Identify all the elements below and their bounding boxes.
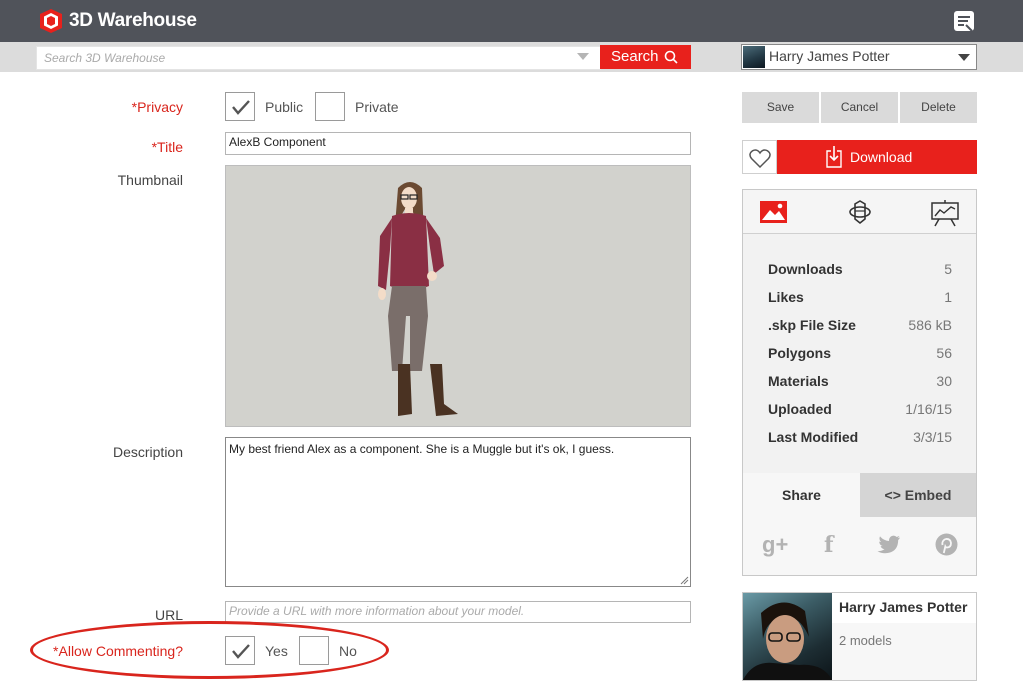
stat-row: Uploaded 1/16/15: [768, 401, 952, 421]
twitter-icon[interactable]: [877, 535, 901, 555]
stat-value: 56: [936, 345, 952, 361]
user-avatar: [743, 46, 765, 68]
stat-value: 1/16/15: [905, 401, 952, 417]
title-input[interactable]: AlexB Component: [225, 132, 691, 155]
tab-embed[interactable]: <> Embed: [860, 473, 976, 517]
stat-key: Downloads: [768, 261, 843, 277]
download-button[interactable]: Download: [777, 140, 977, 174]
user-menu-dropdown[interactable]: Harry James Potter: [741, 44, 977, 70]
author-name[interactable]: Harry James Potter: [839, 599, 967, 615]
google-plus-icon[interactable]: g+: [762, 533, 788, 557]
stat-value: 1: [944, 289, 952, 305]
title-label: *Title: [151, 139, 183, 155]
presentation-icon[interactable]: [930, 199, 960, 227]
highlight-ellipse: [30, 621, 389, 679]
privacy-public-label: Public: [265, 99, 304, 115]
author-name-band: Harry James Potter: [832, 593, 976, 623]
app-name: 3D Warehouse: [69, 10, 197, 31]
author-models-count[interactable]: 2 models: [839, 633, 892, 648]
author-avatar[interactable]: [743, 593, 832, 680]
warehouse-logo-icon: [40, 9, 62, 33]
model-figure: [378, 182, 458, 416]
model-stats-panel: Downloads 5 Likes 1 .skp File Size 586 k…: [742, 189, 977, 576]
stat-row: Polygons 56: [768, 345, 952, 365]
url-placeholder: Provide a URL with more information abou…: [229, 604, 525, 618]
cancel-button[interactable]: Cancel: [821, 92, 898, 123]
stat-value: 30: [936, 373, 952, 389]
search-input[interactable]: Search 3D Warehouse: [36, 46, 601, 70]
stat-key: Materials: [768, 373, 829, 389]
stat-key: Last Modified: [768, 429, 859, 445]
thumbnail-label: Thumbnail: [117, 172, 183, 188]
stat-value: 586 kB: [908, 317, 952, 333]
author-portrait: [743, 602, 832, 680]
stat-value: 3/3/15: [913, 429, 952, 445]
image-icon[interactable]: [759, 200, 788, 224]
title-value: AlexB Component: [229, 135, 326, 149]
stat-key: Polygons: [768, 345, 832, 361]
user-name: Harry James Potter: [769, 48, 890, 64]
description-label: Description: [112, 444, 183, 460]
stat-row: Downloads 5: [768, 261, 952, 281]
stat-row: Likes 1: [768, 289, 952, 309]
stat-row: Materials 30: [768, 373, 952, 393]
search-button-label: Search: [611, 48, 659, 65]
search-icon: [664, 50, 678, 64]
download-label: Download: [850, 149, 913, 165]
author-card[interactable]: Harry James Potter 2 models: [742, 592, 977, 681]
tab-share[interactable]: Share: [743, 473, 860, 517]
privacy-public-checkbox[interactable]: [225, 92, 255, 121]
like-button[interactable]: [742, 140, 777, 174]
rotate-3d-icon[interactable]: [847, 199, 873, 225]
stat-row: .skp File Size 586 kB: [768, 317, 952, 337]
resize-grip-icon[interactable]: [680, 576, 689, 585]
checkmark-icon: [232, 100, 250, 115]
stat-key: Likes: [768, 289, 804, 305]
stat-key: Uploaded: [768, 401, 832, 417]
preview-tabs: [743, 190, 976, 234]
pinterest-icon[interactable]: [935, 533, 958, 556]
top-bar: 3D Warehouse: [0, 0, 1023, 42]
download-icon: [826, 146, 842, 168]
stat-row: Last Modified 3/3/15: [768, 429, 952, 449]
description-value: My best friend Alex as a component. She …: [229, 442, 615, 456]
search-dropdown-icon[interactable]: [577, 53, 589, 60]
description-textarea[interactable]: My best friend Alex as a component. She …: [225, 437, 691, 587]
facebook-icon[interactable]: f: [824, 533, 833, 557]
share-icons: g+ f: [743, 517, 976, 575]
logo[interactable]: 3D Warehouse: [38, 8, 197, 34]
stat-key: .skp File Size: [768, 317, 856, 333]
save-button[interactable]: Save: [742, 92, 819, 123]
privacy-label: *Privacy: [131, 99, 183, 115]
heart-icon: [749, 149, 771, 168]
privacy-private-checkbox[interactable]: [315, 92, 345, 121]
search-button[interactable]: Search: [600, 45, 691, 69]
stat-value: 5: [944, 261, 952, 277]
delete-button[interactable]: Delete: [900, 92, 977, 123]
url-input[interactable]: Provide a URL with more information abou…: [225, 601, 691, 623]
privacy-private-label: Private: [355, 99, 399, 115]
chevron-down-icon: [958, 54, 970, 61]
sketchup-menu-icon[interactable]: [950, 7, 978, 35]
thumbnail-image[interactable]: [225, 165, 691, 427]
search-placeholder: Search 3D Warehouse: [44, 51, 166, 65]
